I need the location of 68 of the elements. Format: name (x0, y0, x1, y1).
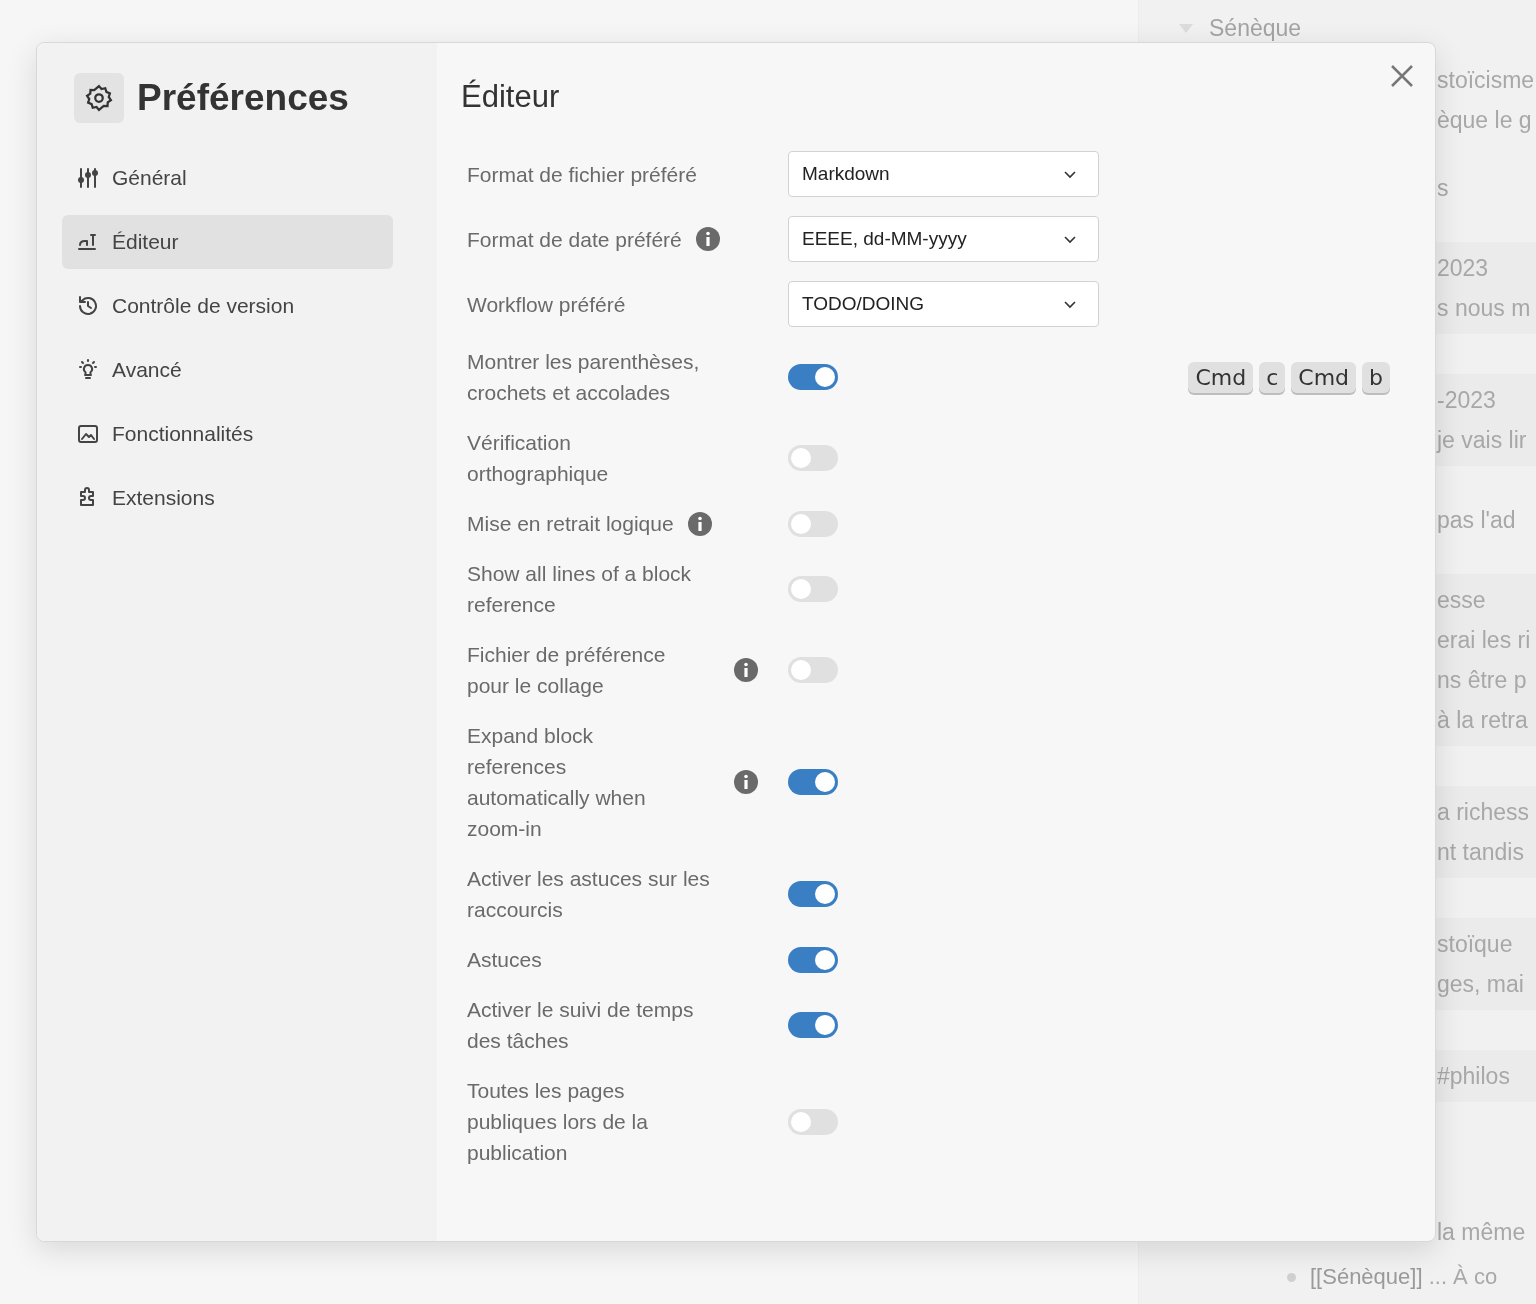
sidebar-item[interactable]: Avancé (62, 343, 393, 397)
image-icon (76, 422, 100, 446)
text-line: ns être p (1437, 666, 1528, 694)
section-heading: Éditeur (461, 79, 561, 115)
text-line: la même (1436, 1218, 1527, 1246)
toggle-switch[interactable] (788, 946, 838, 973)
sidebar-item[interactable]: Fonctionnalités (62, 407, 393, 461)
info-icon[interactable] (687, 511, 712, 536)
text-line: pas l'ad (1437, 506, 1517, 534)
text-line: 2023 (1437, 254, 1490, 282)
sidebar-item[interactable]: Éditeur (62, 215, 393, 269)
text-line: stoïcisme (1437, 66, 1536, 94)
lightbulb-icon (76, 358, 100, 382)
text-line: s nous m (1437, 294, 1532, 322)
dialog-title: Préférences (137, 77, 349, 119)
setting-label: Montrer les parenthèses, crochets et accolades (467, 349, 701, 406)
text-line: -2023 (1437, 386, 1497, 414)
toggle-switch[interactable] (788, 510, 838, 537)
text-line: à la retra (1437, 706, 1529, 734)
setting-label: Expand block references automatically when zoom-in (467, 723, 647, 842)
text-line: ges, mai (1437, 970, 1525, 998)
setting-label: Activer le suivi de temps des tâches (467, 997, 695, 1054)
dropdown[interactable]: Markdown (788, 151, 1099, 197)
setting-label: Activer les astuces sur les raccourcis (467, 866, 711, 923)
setting-label: Format de fichier préféré (467, 161, 697, 188)
text-line: [[Sénèque]] ... À co (1310, 1264, 1498, 1290)
info-icon[interactable] (734, 658, 758, 682)
text-line: nt tandis (1437, 838, 1525, 866)
setting-label: Show all lines of a block reference (467, 561, 693, 618)
text-line: èque le g (1437, 106, 1533, 134)
text-line: erai les ri (1437, 626, 1532, 654)
keyboard-key: b (1362, 361, 1390, 393)
setting-label: Workflow préféré (467, 291, 626, 318)
setting-label: Toutes les pages publiques lors de la publication (467, 1078, 649, 1166)
text-line: esse (1437, 586, 1487, 614)
info-icon[interactable] (734, 770, 758, 794)
toggle-switch[interactable] (788, 364, 838, 390)
toggle-switch[interactable] (788, 1108, 838, 1135)
text-line: a richess (1437, 798, 1531, 826)
sidebar-item[interactable]: Contrôle de version (62, 279, 393, 333)
toggle-switch[interactable] (788, 769, 838, 795)
setting-label: Mise en retrait logique (467, 511, 674, 537)
dropdown[interactable]: TODO/DOING (788, 281, 1099, 327)
keyboard-key: Cmd (1188, 361, 1254, 393)
sidebar-item[interactable]: Général (62, 151, 393, 205)
text-line: s (1437, 174, 1450, 202)
bullet-icon (1287, 1272, 1296, 1282)
keyboard-key: c (1259, 361, 1286, 393)
info-icon[interactable] (695, 227, 720, 251)
setting-label: Vérification orthographique (467, 430, 610, 487)
text-line: je vais lir (1437, 426, 1528, 454)
sliders-icon (76, 166, 100, 190)
setting-label: Astuces (467, 947, 542, 973)
dropdown[interactable]: EEEE, dd-MM-yyyy (788, 216, 1099, 262)
text-line: stoïque (1437, 930, 1514, 958)
setting-label: Fichier de préférence pour le collage (467, 642, 667, 699)
history-icon (76, 294, 100, 318)
setting-label: Format de date préféré (467, 226, 682, 253)
toggle-switch[interactable] (788, 657, 838, 683)
toggle-switch[interactable] (788, 576, 838, 602)
toggle-switch[interactable] (788, 445, 838, 471)
text-line: #philos (1437, 1062, 1511, 1090)
page-heading: Sénèque (1209, 14, 1302, 42)
settings-icon (74, 73, 124, 123)
sidebar-item[interactable]: Extensions (62, 471, 393, 525)
toggle-switch[interactable] (788, 1012, 838, 1038)
toggle-switch[interactable] (788, 881, 838, 907)
keyboard-key: Cmd (1291, 361, 1357, 393)
